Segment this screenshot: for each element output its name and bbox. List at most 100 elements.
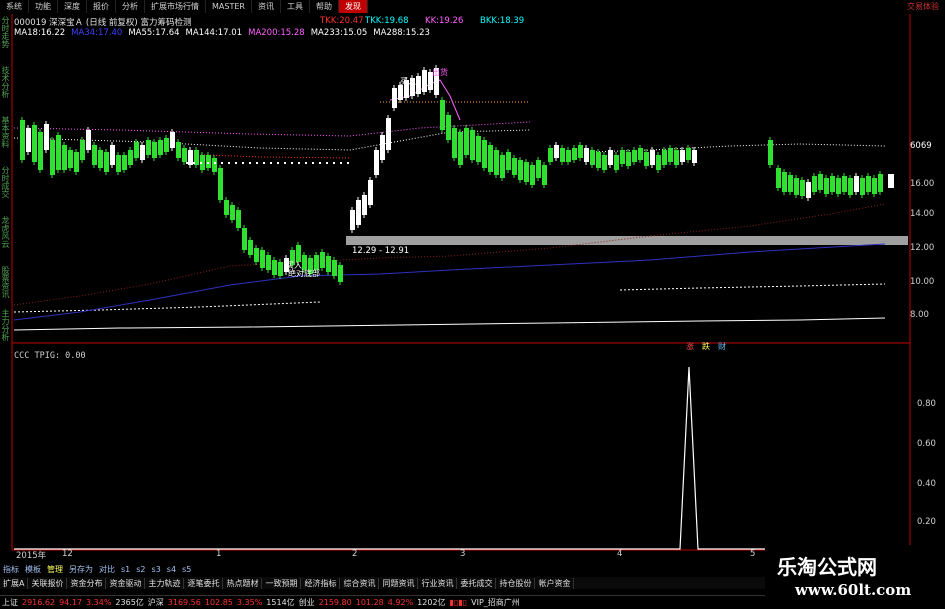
candle-body: [686, 148, 691, 160]
tab-save-as[interactable]: 另存为: [66, 564, 96, 575]
signal-dot: [277, 162, 279, 164]
watermark-url: www.60lt.com: [795, 581, 912, 599]
price-tick-6069: 6069: [910, 141, 932, 151]
candle-body: [314, 255, 319, 270]
candle-body: [674, 150, 679, 165]
tab-indicator[interactable]: 指标: [0, 564, 22, 575]
signal-dot: [249, 162, 251, 164]
tab-s3[interactable]: s3: [149, 565, 164, 574]
candle-body: [872, 178, 877, 194]
candle-body: [800, 180, 805, 196]
candle-body: [338, 265, 343, 282]
price-tick-16: 16.00: [910, 179, 935, 189]
candle-body: [572, 148, 577, 160]
ind-tick-060: 0.60: [917, 439, 936, 449]
candle-body: [620, 150, 625, 164]
candle-body: [26, 128, 31, 152]
ftab-topic-news[interactable]: 同题资讯: [379, 577, 419, 589]
signal-dot: [312, 162, 314, 164]
ftab-composite-news[interactable]: 综合资讯: [340, 577, 380, 589]
ma-line-upper-dotted-3: [179, 153, 351, 159]
ftab-consensus[interactable]: 一致预期: [262, 577, 302, 589]
candle-body: [626, 152, 631, 166]
candle-body: [188, 150, 193, 165]
ftab-economic[interactable]: 经济指标: [301, 577, 341, 589]
tab-s5[interactable]: s5: [179, 565, 194, 574]
status-cy-amount: 1202亿: [417, 598, 446, 607]
ftab-hot-topics[interactable]: 热点题材: [223, 577, 263, 589]
ftab-industry-news[interactable]: 行业资讯: [418, 577, 458, 589]
candle-body: [542, 165, 547, 185]
time-tick-1: 1: [216, 549, 222, 559]
indicator-tabs: 指标 模板 管理 另存为 对比 s1 s2 s3 s4 s5: [0, 564, 770, 575]
candle-body: [128, 150, 133, 165]
candle-body: [482, 140, 487, 168]
candle-body: [458, 132, 463, 165]
candle-body: [452, 128, 457, 158]
candle-body: [530, 165, 535, 185]
status-sh-label: 上证: [2, 598, 18, 607]
signal-dot: [207, 162, 209, 164]
candle-body: [62, 145, 67, 170]
candle-body: [830, 176, 835, 192]
candle-body: [824, 178, 829, 194]
candle-body: [536, 160, 541, 178]
status-hs-label: 沪深: [147, 598, 164, 607]
candle-body: [416, 76, 421, 94]
candle-body: [104, 152, 109, 172]
candle-body: [860, 178, 865, 195]
time-tick-5: 5: [750, 549, 756, 559]
ftab-fund-distribution[interactable]: 资金分布: [67, 577, 107, 589]
ma-line-white-dotted: [13, 301, 321, 313]
candle-body: [332, 260, 337, 276]
ma-line-darkred: [13, 203, 886, 306]
candle-body: [548, 148, 553, 162]
candle-body: [668, 148, 673, 162]
ftab-account-funds[interactable]: 帐户资金: [535, 577, 575, 589]
indicator-buttons: 涨 跌 财: [684, 342, 728, 352]
status-sh-pct: 3.34%: [86, 598, 112, 607]
kline-chart[interactable]: 买入 绝对底部 出货 买入 12.29 - 12.91: [0, 0, 945, 609]
candle-body: [206, 155, 211, 168]
candle-body: [614, 155, 619, 170]
signal-dot: [319, 162, 321, 164]
candle-body: [356, 200, 361, 225]
indicator-btn-finance[interactable]: 财: [716, 342, 728, 352]
tab-s1[interactable]: s1: [118, 565, 133, 574]
candle-body: [476, 136, 481, 162]
tab-s2[interactable]: s2: [133, 565, 148, 574]
ma-line-blue: [13, 243, 886, 321]
ftab-order-detail[interactable]: 逐笔委托: [184, 577, 224, 589]
candle-body: [794, 178, 799, 195]
ftab-fund-driver[interactable]: 资金驱动: [106, 577, 146, 589]
tab-compare[interactable]: 对比: [96, 564, 118, 575]
ftab-holdings[interactable]: 持仓股份: [496, 577, 536, 589]
tab-s4[interactable]: s4: [164, 565, 179, 574]
tab-template[interactable]: 模板: [22, 564, 44, 575]
price-tick-12: 12.00: [910, 243, 935, 253]
ftab-ext-a[interactable]: 扩展A: [0, 577, 29, 589]
indicator-btn-rise[interactable]: 涨: [684, 342, 696, 352]
candle-body: [80, 140, 85, 160]
signal-dot: [347, 162, 349, 164]
candle-body: [152, 142, 157, 158]
candle-body: [254, 248, 259, 262]
sell-signal-label: 出货: [432, 67, 448, 77]
ma-line-white-low: [13, 317, 886, 331]
candle-body: [368, 180, 373, 205]
status-hs-change: 102.85: [204, 598, 233, 607]
candle-body: [488, 145, 493, 172]
indicator-btn-fall[interactable]: 跌: [700, 342, 712, 352]
candle-body: [854, 176, 859, 192]
tab-manage[interactable]: 管理: [44, 564, 66, 575]
candle-body: [350, 210, 355, 230]
candle-body: [818, 174, 823, 190]
ftab-main-track[interactable]: 主力轨迹: [145, 577, 185, 589]
candle-body: [236, 210, 241, 228]
signal-dot: [214, 162, 216, 164]
ftab-related-quote[interactable]: 关联报价: [28, 577, 68, 589]
ftab-order-deal[interactable]: 委托成交: [457, 577, 497, 589]
candle-body: [602, 155, 607, 170]
candle-body: [650, 150, 655, 165]
candle-body: [554, 145, 559, 158]
